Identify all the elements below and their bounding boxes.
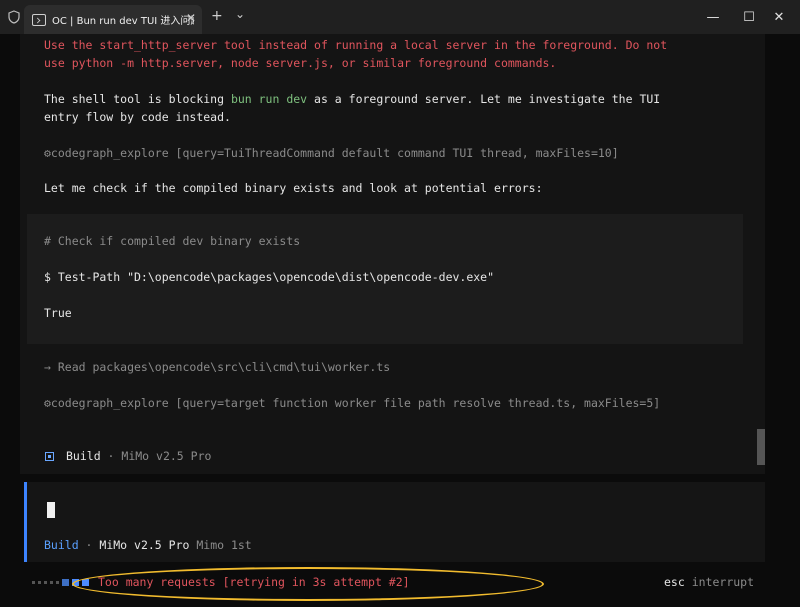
agent-name: Build: [44, 538, 79, 552]
build-agent-icon: [45, 452, 54, 461]
code-block: # Check if compiled dev binary exists $ …: [27, 214, 743, 344]
text-cursor: [47, 502, 55, 518]
title-bar: OC | Bun run dev TUI 进入问题 ✕ + ⌄ — ☐ ✕: [0, 0, 800, 34]
tab-close-button[interactable]: ✕: [186, 11, 196, 25]
session-transcript: Use the start_http_server tool instead o…: [20, 34, 765, 474]
interrupt-hint: esc interrupt: [664, 575, 755, 589]
scrollbar-thumb[interactable]: [757, 429, 765, 465]
esc-key: esc: [664, 575, 685, 589]
prompt-input[interactable]: Build · MiMo v2.5 Pro Mimo 1st: [24, 482, 765, 562]
tab-dropdown-button[interactable]: ⌄: [235, 6, 245, 22]
window-close-button[interactable]: ✕: [756, 6, 800, 28]
warning-line: Use the start_http_server tool instead o…: [44, 38, 668, 52]
tool-call: ⚙codegraph_explore [query=TuiThreadComma…: [44, 146, 619, 160]
code-comment: # Check if compiled dev binary exists: [44, 234, 301, 248]
assistant-text: Let me check if the compiled binary exis…: [44, 181, 543, 195]
inline-code: bun run dev: [230, 92, 308, 106]
assistant-text: entry flow by code instead.: [44, 110, 231, 124]
model-name: MiMo v2.5 Pro: [99, 538, 190, 552]
warning-line: use python -m http.server, node server.j…: [44, 56, 557, 70]
highlight-ellipse: [72, 567, 544, 601]
shield-icon: [8, 10, 20, 24]
terminal[interactable]: Use the start_http_server tool instead o…: [0, 34, 800, 607]
tab-title: OC | Bun run dev TUI 进入问题: [52, 16, 194, 27]
input-footer: Build · MiMo v2.5 Pro Mimo 1st: [44, 538, 252, 552]
code-command: $ Test-Path "D:\opencode\packages\openco…: [44, 270, 495, 284]
tool-call: ⚙codegraph_explore [query=target functio…: [44, 396, 661, 410]
terminal-icon: [32, 13, 46, 26]
assistant-text: The shell tool is blocking bun run dev a…: [44, 92, 661, 106]
read-file-line: → Read packages\opencode\src\cli\cmd\tui…: [44, 360, 391, 374]
code-output: True: [44, 306, 72, 320]
provider-name: Mimo 1st: [189, 538, 252, 552]
build-info: Build · MiMo v2.5 Pro: [66, 449, 212, 463]
new-tab-button[interactable]: +: [211, 8, 223, 24]
tab-active[interactable]: OC | Bun run dev TUI 进入问题 ✕: [24, 5, 202, 34]
